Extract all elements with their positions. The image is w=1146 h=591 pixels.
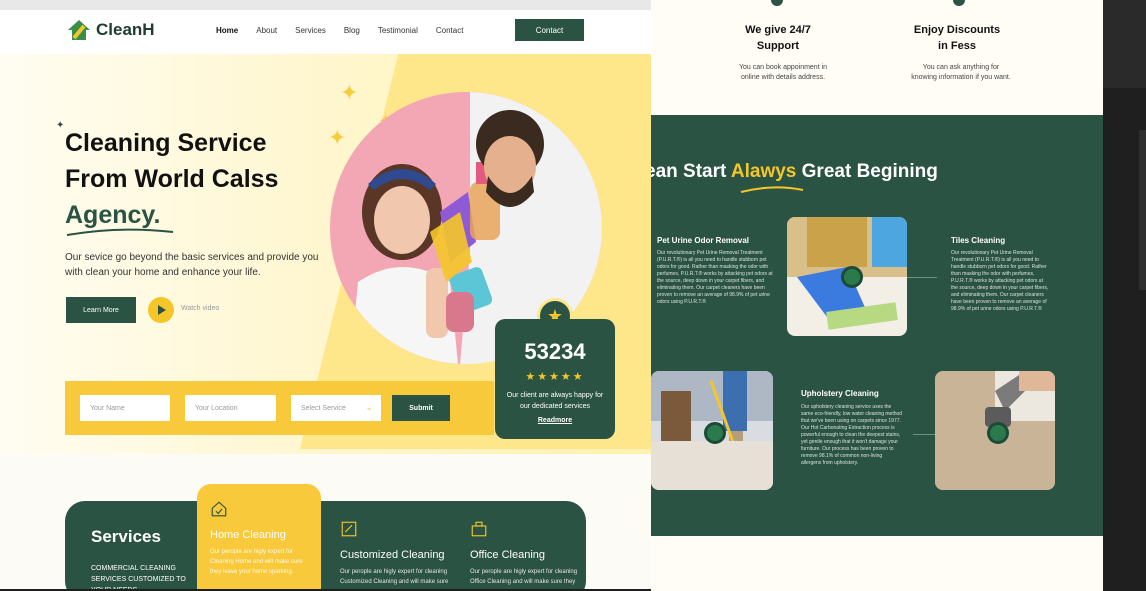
nav-home[interactable]: Home <box>216 26 238 35</box>
screenshot-stage: CleanH Home About Services Blog Testimon… <box>0 0 1146 591</box>
service-description: Our perople are higly expert for cleanin… <box>470 569 578 585</box>
window-edge <box>1103 0 1146 591</box>
process-description: Our revolutionary Pet Urine Removal Trea… <box>657 250 773 305</box>
heading-underline-icon <box>740 186 804 193</box>
contact-button[interactable]: Contact <box>515 19 584 41</box>
nav-contact[interactable]: Contact <box>436 26 464 35</box>
client-description: Our client are always happy for our dedi… <box>506 392 604 410</box>
hero-description: Our sevice go beyond the basic services … <box>65 252 319 278</box>
brand-logo[interactable]: CleanH <box>66 18 155 42</box>
connector-line <box>907 277 937 278</box>
play-icon <box>157 305 166 315</box>
homepage-mockup: CleanH Home About Services Blog Testimon… <box>0 0 651 589</box>
service-home-cleaning[interactable]: Home Cleaning Our perople are higly expe… <box>210 500 305 577</box>
service-select-label: Select Service <box>301 404 346 412</box>
office-icon <box>471 521 487 537</box>
step-dot-icon <box>841 266 863 288</box>
process-title: Upholstery Cleaning <box>801 389 879 398</box>
watch-video-link[interactable]: Watch video <box>181 305 219 312</box>
readmore-link[interactable]: Readmore <box>495 417 615 424</box>
services-title: Services <box>91 527 161 546</box>
house-check-icon <box>211 501 227 517</box>
client-count: 53234 <box>524 339 586 364</box>
service-description: Our perople are higly expert for cleanin… <box>340 569 449 585</box>
process-page-mockup: We give 24/7 Support You can book appoin… <box>651 0 1103 591</box>
feature-description: You can book appoinment in online with d… <box>738 64 828 81</box>
submit-button[interactable]: Submit <box>392 395 450 421</box>
feature-title: Enjoy Discounts in Fess <box>913 24 1001 52</box>
service-title: Customized Cleaning <box>340 549 445 561</box>
browser-top-strip <box>0 0 651 10</box>
service-select[interactable]: Select Service ⌄ <box>291 395 381 421</box>
nav-blog[interactable]: Blog <box>344 26 360 35</box>
navbar: CleanH Home About Services Blog Testimon… <box>0 10 651 54</box>
rating-stars-icon: ★★★★★ <box>525 371 585 383</box>
feature-description: You can ask anything for knowing informa… <box>911 64 1011 81</box>
service-customized-cleaning[interactable]: Customized Cleaning Our perople are higl… <box>340 520 455 589</box>
happy-clients-card: 53234 ★★★★★ Our client are always happy … <box>495 319 615 439</box>
nav-links: Home About Services Blog Testimonial Con… <box>216 26 463 35</box>
step-dot-icon <box>704 422 726 444</box>
feature-title: We give 24/7 Support <box>745 24 811 52</box>
play-video-button[interactable] <box>148 297 174 323</box>
small-sparkle-icon: ✦ <box>56 120 65 131</box>
location-input[interactable]: Your Location <box>185 395 276 421</box>
house-logo-icon <box>68 20 90 40</box>
brand-name: CleanH <box>96 20 155 39</box>
chevron-down-icon: ⌄ <box>365 402 373 412</box>
booking-form: Your Name Your Location Select Service ⌄… <box>65 381 494 435</box>
service-title: Home Cleaning <box>210 529 286 541</box>
process-description: Our revolutionary Pet Urine Removal Trea… <box>951 250 1049 312</box>
features-section <box>651 0 1103 115</box>
nav-services[interactable]: Services <box>295 26 326 35</box>
process-heading: ean Start Alawys Great Begining <box>651 161 938 183</box>
heading-highlight: Alawys <box>730 161 797 182</box>
step-dot-icon <box>987 422 1009 444</box>
process-title: Tiles Cleaning <box>951 236 1006 245</box>
next-section <box>651 536 1103 591</box>
nav-testimonial[interactable]: Testimonial <box>378 26 418 35</box>
connector-line <box>913 434 935 435</box>
heading-end: Great Begining <box>796 161 938 182</box>
nav-about[interactable]: About <box>256 26 277 35</box>
service-title: Office Cleaning <box>470 549 546 561</box>
hero-title: Cleaning Service From World Calss Agency… <box>65 125 278 233</box>
service-office-cleaning[interactable]: Office Cleaning Our perople are higly ex… <box>470 520 585 589</box>
process-description: Our upholstery cleaning service uses the… <box>801 404 903 466</box>
service-description: Our perople are higly expert for Cleanin… <box>210 549 303 575</box>
name-input[interactable]: Your Name <box>80 395 170 421</box>
underline-swoosh-icon <box>66 228 174 236</box>
services-description: COMMERCIAL CLEANING SERVICES CUSTOMIZED … <box>91 565 186 589</box>
hero-title-line1: Cleaning Service <box>65 129 267 157</box>
hero-title-line2: From World Calss <box>65 165 279 193</box>
spray-icon <box>341 521 357 537</box>
heading-start: ean Start <box>651 161 731 182</box>
learn-more-button[interactable]: Learn More <box>66 297 136 323</box>
process-title: Pet Urine Odor Removal <box>657 236 750 245</box>
